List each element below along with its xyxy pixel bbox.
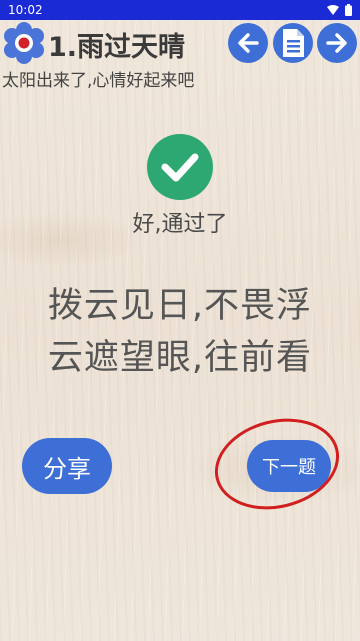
battery-icon	[345, 4, 352, 16]
forward-button[interactable]	[317, 23, 357, 63]
verse-line-2: 云遮望眼,往前看	[47, 338, 313, 378]
next-question-button[interactable]: 下一题	[247, 440, 331, 492]
document-list-icon	[283, 29, 304, 57]
success-badge	[147, 134, 213, 200]
verse-text: 拨云见日,不畏浮 云遮望眼,往前看	[0, 280, 360, 384]
flower-logo-icon[interactable]	[2, 22, 46, 64]
page-title: 1.雨过天晴	[48, 32, 186, 63]
back-button[interactable]	[228, 23, 268, 63]
arrow-left-icon	[238, 33, 259, 53]
status-bar: 10:02	[0, 0, 360, 20]
status-icons	[327, 4, 352, 16]
verse-line-1: 拨云见日,不畏浮	[47, 286, 313, 326]
share-button[interactable]: 分享	[22, 438, 112, 494]
pass-message: 好,通过了	[132, 212, 228, 237]
list-button[interactable]	[273, 23, 313, 63]
header: 1.雨过天晴	[0, 20, 360, 66]
status-time: 10:02	[8, 3, 43, 17]
arrow-right-icon	[326, 33, 347, 53]
checkmark-icon	[161, 153, 199, 182]
level-subtitle: 太阳出来了,心情好起来吧	[2, 71, 195, 91]
wifi-icon	[327, 5, 339, 15]
